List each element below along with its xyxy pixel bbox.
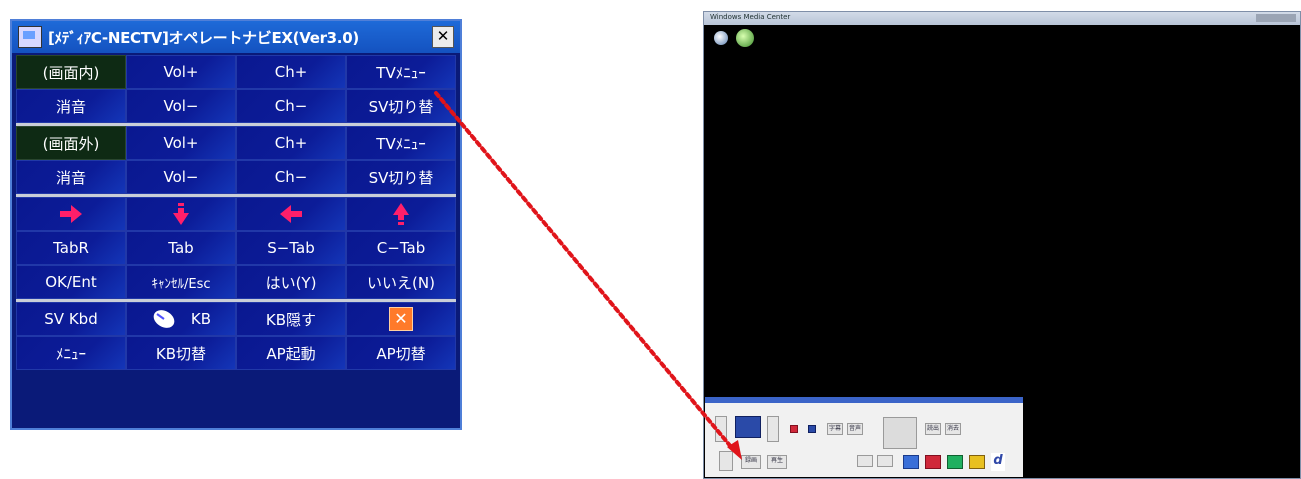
row-tabs: TabR Tab S−Tab C−Tab [16, 231, 456, 265]
window-title: Windows Media Center [710, 13, 791, 21]
yellow-button[interactable] [969, 455, 985, 469]
info-icon[interactable] [877, 455, 893, 467]
screen-inside-label: (画面内) [16, 55, 126, 89]
ch-down-outside-button[interactable]: Ch− [236, 160, 346, 194]
no-button[interactable]: いいえ(N) [346, 265, 456, 299]
ap-switch-button[interactable]: AP切替 [346, 336, 456, 370]
close-x-icon: ✕ [389, 307, 413, 331]
arrow-down-button[interactable] [126, 197, 236, 231]
arrow-right-button[interactable] [16, 197, 126, 231]
ctrl-tab-button[interactable]: C−Tab [346, 231, 456, 265]
jump-button[interactable]: 読出 [925, 423, 941, 435]
close-button[interactable]: ✕ [432, 26, 454, 48]
menu-button[interactable]: ﾒﾆｭｰ [16, 336, 126, 370]
media-center-logo-icon[interactable] [736, 29, 754, 47]
arrow-up-button[interactable] [346, 197, 456, 231]
row-keyboard: SV Kbd KB KB隠す ✕ [16, 299, 456, 336]
exit-button[interactable]: ✕ [346, 302, 456, 336]
row-arrows [16, 194, 456, 231]
kb-hide-button[interactable]: KB隠す [236, 302, 346, 336]
audio-button[interactable]: 音声 [847, 423, 863, 435]
tab-button[interactable]: Tab [126, 231, 236, 265]
clear-button[interactable]: 消去 [945, 423, 961, 435]
vol-stepper-icon[interactable] [715, 416, 727, 442]
arrow-right-icon [60, 205, 82, 223]
window-controls[interactable] [1256, 14, 1296, 22]
yes-button[interactable]: はい(Y) [236, 265, 346, 299]
row-screen-inside: (画面内) Vol+ Ch+ TVﾒﾆｭｰ [16, 55, 456, 89]
sv-switch-outside-button[interactable]: SV切り替 [346, 160, 456, 194]
vol-up-inside-button[interactable]: Vol+ [126, 55, 236, 89]
screen-icon[interactable] [735, 416, 761, 438]
tv-menu-outside-button[interactable]: TVﾒﾆｭｰ [346, 126, 456, 160]
operate-navi-panel: [ﾒﾃﾞｨｱC-NECTV]オペレートナビEX(Ver3.0) ✕ (画面内) … [10, 19, 462, 430]
arrow-left-icon [280, 205, 302, 223]
ch-up-inside-button[interactable]: Ch+ [236, 55, 346, 89]
arrow-left-button[interactable] [236, 197, 346, 231]
panel-title: [ﾒﾃﾞｨｱC-NECTV]オペレートナビEX(Ver3.0) [48, 28, 359, 47]
screen-outside-label: (画面外) [16, 126, 126, 160]
panel-titlebar[interactable]: [ﾒﾃﾞｨｱC-NECTV]オペレートナビEX(Ver3.0) ✕ [12, 21, 460, 53]
row-confirm: OK/Ent ｷｬﾝｾﾙ/Esc はい(Y) いいえ(N) [16, 265, 456, 299]
cancel-esc-button[interactable]: ｷｬﾝｾﾙ/Esc [126, 265, 236, 299]
subtitle-button[interactable]: 字幕 [827, 423, 843, 435]
row-outside-2: 消音 Vol− Ch− SV切り替 [16, 160, 456, 194]
mouse-icon [153, 310, 175, 328]
mute-outside-button[interactable]: 消音 [16, 160, 126, 194]
ap-launch-button[interactable]: AP起動 [236, 336, 346, 370]
tv-menu-inside-button[interactable]: TVﾒﾆｭｰ [346, 55, 456, 89]
app-icon [18, 26, 42, 48]
shift-tab-button[interactable]: S−Tab [236, 231, 346, 265]
ch-down-inside-button[interactable]: Ch− [236, 89, 346, 123]
kb-label: KB [190, 310, 212, 328]
ch-stepper-icon[interactable] [767, 416, 779, 442]
arrow-up-icon [393, 203, 409, 225]
window-titlebar[interactable]: Windows Media Center [704, 12, 1300, 25]
record-icon[interactable] [790, 425, 798, 433]
row-inside-2: 消音 Vol− Ch− SV切り替 [16, 89, 456, 123]
mute-inside-button[interactable]: 消音 [16, 89, 126, 123]
data-d-button[interactable]: d [991, 453, 1005, 471]
button-grid: (画面内) Vol+ Ch+ TVﾒﾆｭｰ 消音 Vol− Ch− SV切り替 … [16, 55, 456, 370]
guide-icon[interactable] [857, 455, 873, 467]
sv-switch-inside-button[interactable]: SV切り替 [346, 89, 456, 123]
row-screen-outside: (画面外) Vol+ Ch+ TVﾒﾆｭｰ [16, 123, 456, 160]
arrow-down-icon [173, 203, 189, 225]
stop-icon[interactable] [808, 425, 816, 433]
remote-toolbar: 字幕 音声 読出 消去 録画 再生 d [705, 397, 1023, 477]
left-nav-icon[interactable] [719, 451, 733, 471]
blue-button[interactable] [903, 455, 919, 469]
kb-switch-button[interactable]: KB切替 [126, 336, 236, 370]
vol-up-outside-button[interactable]: Vol+ [126, 126, 236, 160]
back-icon[interactable] [714, 31, 728, 45]
vol-down-outside-button[interactable]: Vol− [126, 160, 236, 194]
sv-kbd-button[interactable]: SV Kbd [16, 302, 126, 336]
tab-r-button[interactable]: TabR [16, 231, 126, 265]
row-apps: ﾒﾆｭｰ KB切替 AP起動 AP切替 [16, 336, 456, 370]
media-center-window: Windows Media Center 字幕 音声 読出 消去 録画 再生 d [703, 11, 1301, 479]
ch-up-outside-button[interactable]: Ch+ [236, 126, 346, 160]
dpad-icon[interactable] [883, 417, 917, 449]
vol-down-inside-button[interactable]: Vol− [126, 89, 236, 123]
play-button[interactable]: 再生 [767, 455, 787, 469]
green-button[interactable] [947, 455, 963, 469]
mouse-kb-button[interactable]: KB [126, 302, 236, 336]
ok-enter-button[interactable]: OK/Ent [16, 265, 126, 299]
record-button[interactable]: 録画 [741, 455, 761, 469]
red-button[interactable] [925, 455, 941, 469]
